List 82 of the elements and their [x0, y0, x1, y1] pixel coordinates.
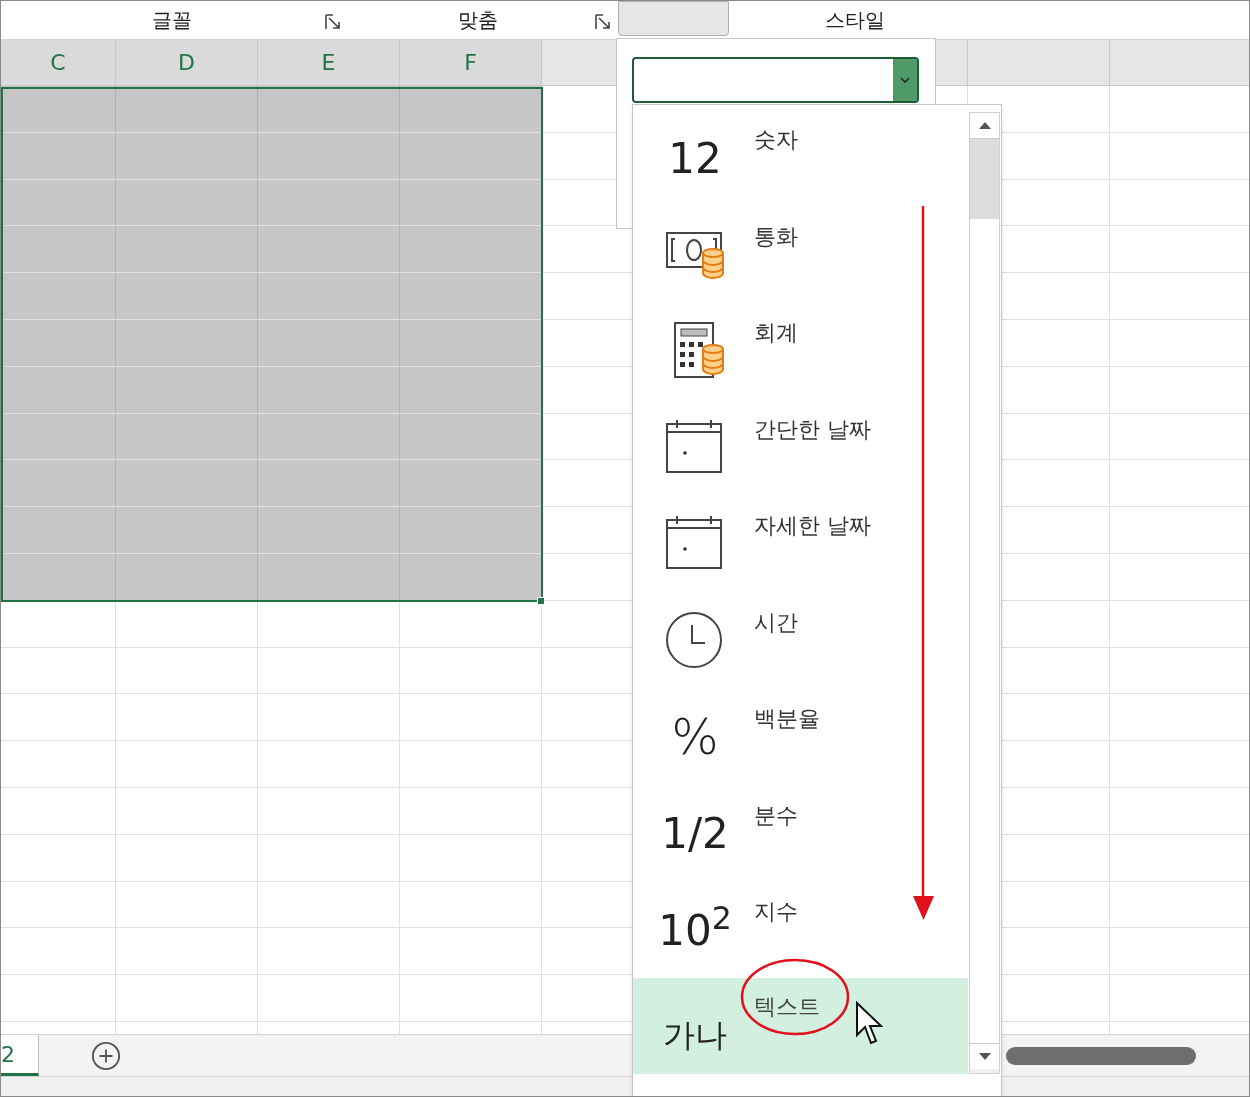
- format-label: 텍스트: [754, 992, 820, 1021]
- format-sample: 12: [668, 132, 722, 185]
- selected-cell[interactable]: [116, 273, 258, 319]
- scroll-up-icon[interactable]: [978, 122, 991, 129]
- selected-cell[interactable]: [116, 132, 258, 179]
- format-sample: %: [671, 706, 719, 768]
- selected-cell[interactable]: [258, 366, 400, 413]
- selected-cell[interactable]: [258, 320, 400, 366]
- selected-cell[interactable]: [1, 132, 116, 179]
- selected-cell[interactable]: [400, 132, 542, 179]
- column-header[interactable]: E: [258, 40, 400, 85]
- selected-cell[interactable]: [1, 320, 116, 366]
- number-format-combo[interactable]: [632, 57, 919, 103]
- format-label: 분수: [754, 801, 798, 830]
- selected-cell[interactable]: [258, 413, 400, 460]
- format-label: 지수: [754, 898, 798, 926]
- selected-cell[interactable]: [400, 507, 542, 553]
- selected-cell[interactable]: [258, 273, 400, 319]
- scroll-thumb[interactable]: [970, 139, 999, 219]
- selected-cell[interactable]: [400, 320, 542, 366]
- format-label: 간단한 날짜: [754, 415, 871, 444]
- selected-cell[interactable]: [116, 460, 258, 507]
- selected-cell[interactable]: [400, 273, 542, 319]
- format-option[interactable]: 가나 텍스트: [633, 977, 968, 1074]
- selected-cell[interactable]: [116, 366, 258, 413]
- selected-cell[interactable]: [400, 366, 542, 413]
- selected-cell[interactable]: [116, 179, 258, 226]
- selected-cell[interactable]: [116, 553, 258, 600]
- dialog-launcher-icon[interactable]: [595, 14, 611, 30]
- format-sample: 1/2: [661, 808, 729, 860]
- group-label: 스타일: [825, 7, 885, 34]
- selected-cell[interactable]: [116, 507, 258, 553]
- selected-cell[interactable]: [1, 366, 116, 413]
- selected-cell[interactable]: [116, 86, 258, 132]
- scrollbar-thumb[interactable]: [1006, 1046, 1196, 1065]
- selected-cell[interactable]: [1, 460, 116, 507]
- selected-cell[interactable]: [258, 226, 400, 273]
- group-label: 맞춤: [458, 7, 498, 34]
- clock-icon: [665, 610, 725, 671]
- selected-cell[interactable]: [258, 132, 400, 179]
- selected-cell[interactable]: [400, 553, 542, 600]
- dialog-launcher-icon[interactable]: [325, 14, 341, 30]
- column-header[interactable]: C: [1, 40, 116, 85]
- vertical-scrollbar[interactable]: [969, 112, 1000, 1074]
- selected-cell[interactable]: [1, 86, 116, 132]
- selected-cell[interactable]: [116, 413, 258, 460]
- selected-cell[interactable]: [400, 179, 542, 226]
- ribbon-button[interactable]: [618, 1, 729, 36]
- format-label: 숫자: [754, 126, 798, 154]
- fill-handle[interactable]: [537, 597, 545, 605]
- sheet-tab[interactable]: 2: [1, 1035, 39, 1076]
- selected-cell[interactable]: [400, 460, 542, 507]
- selected-cell[interactable]: [400, 86, 542, 132]
- scroll-down-icon[interactable]: [978, 1053, 991, 1060]
- selected-cell[interactable]: [258, 460, 400, 507]
- selected-cell[interactable]: [1, 273, 116, 319]
- selected-cell[interactable]: [1, 179, 116, 226]
- selected-cell[interactable]: [258, 553, 400, 600]
- column-header[interactable]: F: [400, 40, 542, 85]
- mouse-cursor-icon: [856, 1001, 883, 1045]
- group-label: 글꼴: [152, 7, 192, 34]
- selected-cell[interactable]: [116, 226, 258, 273]
- selected-cell[interactable]: [1, 413, 116, 460]
- format-sample: 10$^{2}$: [658, 898, 732, 957]
- selected-cell[interactable]: [116, 320, 258, 366]
- chevron-down-icon: [900, 77, 910, 83]
- format-label: 시간: [754, 608, 798, 637]
- column-header[interactable]: D: [116, 40, 258, 85]
- selected-cell[interactable]: [258, 86, 400, 132]
- format-label: 통화: [754, 222, 798, 251]
- selected-cell[interactable]: [258, 179, 400, 226]
- selected-cell[interactable]: [258, 507, 400, 553]
- add-sheet-icon[interactable]: [91, 1039, 121, 1072]
- format-label: 회계: [754, 319, 798, 347]
- selected-cell[interactable]: [1, 226, 116, 273]
- format-label: 자세한 날짜: [754, 512, 871, 540]
- format-sample: 가나: [663, 1014, 727, 1056]
- selected-cell[interactable]: [1, 507, 116, 553]
- selected-cell[interactable]: [1, 553, 116, 600]
- selected-cell[interactable]: [400, 413, 542, 460]
- selected-cell[interactable]: [400, 226, 542, 273]
- format-label: 백분율: [754, 705, 820, 733]
